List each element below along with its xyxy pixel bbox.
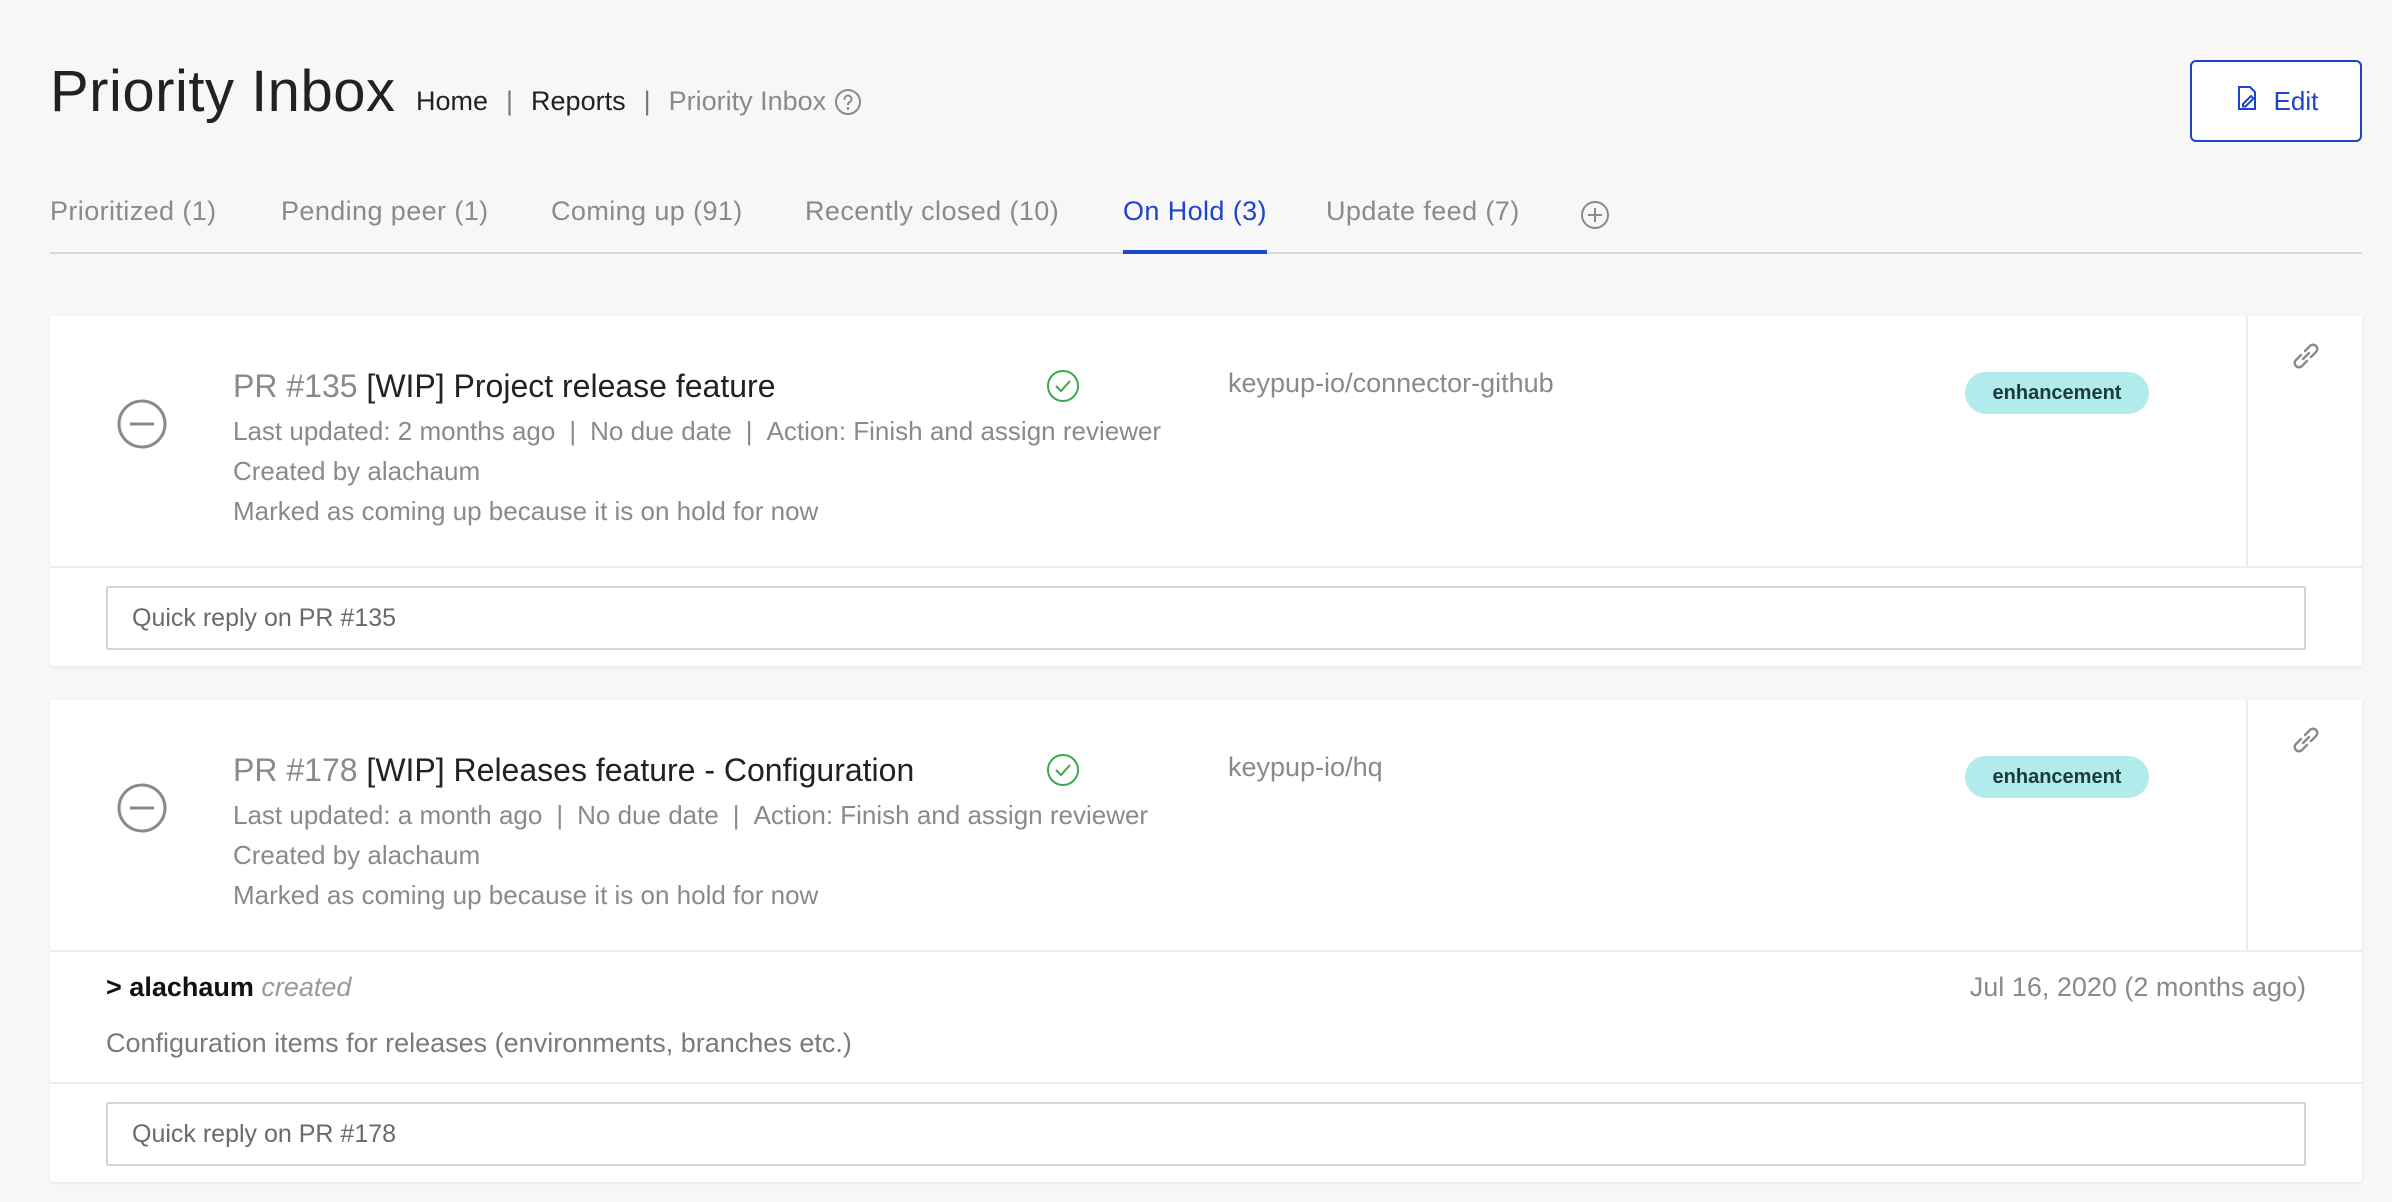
action: Action: Finish and assign reviewer bbox=[766, 416, 1162, 446]
activity-body: Configuration items for releases (enviro… bbox=[106, 1028, 852, 1058]
repo-name[interactable]: keypup-io/hq bbox=[1228, 752, 1383, 783]
tab-update-feed[interactable]: Update feed (7) bbox=[1326, 196, 1520, 250]
pr-card-main[interactable]: PR #178 [WIP] Releases feature - Configu… bbox=[50, 700, 2362, 952]
help-icon[interactable] bbox=[834, 88, 862, 116]
due-date: No due date bbox=[577, 800, 719, 830]
tab-recently-closed[interactable]: Recently closed (10) bbox=[805, 196, 1059, 250]
label-badge: enhancement bbox=[1965, 372, 2149, 414]
pr-card: PR #135 [WIP] Project release feature La… bbox=[50, 316, 2362, 666]
pr-title[interactable]: PR #178 [WIP] Releases feature - Configu… bbox=[233, 752, 914, 789]
link-icon[interactable] bbox=[2288, 338, 2324, 379]
activity-header: > alachaum created bbox=[106, 972, 351, 1003]
created-by: Created by alachaum bbox=[233, 456, 481, 486]
activity-date: Jul 16, 2020 (2 months ago) bbox=[1969, 972, 2306, 1002]
activity-entry: > alachaum created Jul 16, 2020 (2 month… bbox=[50, 952, 2362, 1084]
link-icon[interactable] bbox=[2288, 722, 2324, 763]
pr-title-text: [WIP] Project release feature bbox=[366, 368, 776, 404]
add-tab-icon[interactable] bbox=[1580, 200, 1610, 235]
edit-button-label: Edit bbox=[2273, 85, 2319, 116]
breadcrumb-separator: | bbox=[506, 86, 514, 116]
breadcrumb-home[interactable]: Home bbox=[416, 86, 488, 117]
pr-meta: Last updated: a month ago | No due date | Ac… bbox=[233, 800, 1149, 830]
last-updated: Last updated: 2 months ago bbox=[233, 416, 556, 446]
edit-icon bbox=[2234, 84, 2260, 119]
quick-reply-input[interactable] bbox=[106, 586, 2306, 650]
page-header: Priority Inbox Home | Reports | Priority… bbox=[50, 58, 2362, 148]
pr-title-text: [WIP] Releases feature - Configuration bbox=[366, 752, 915, 788]
on-hold-status-icon[interactable] bbox=[116, 398, 168, 455]
link-column bbox=[2246, 700, 2362, 950]
breadcrumb-current: Priority Inbox bbox=[668, 86, 827, 116]
quick-reply-row bbox=[50, 1084, 2362, 1182]
breadcrumb-separator: | bbox=[643, 86, 651, 116]
priority-reason: Marked as coming up because it is on hol… bbox=[233, 880, 819, 910]
breadcrumb-reports[interactable]: Reports bbox=[531, 86, 626, 117]
activity-user[interactable]: alachaum bbox=[129, 972, 254, 1002]
created-by: Created by alachaum bbox=[233, 840, 481, 870]
pr-number: PR #178 bbox=[233, 752, 358, 788]
pr-card: PR #178 [WIP] Releases feature - Configu… bbox=[50, 700, 2362, 1182]
edit-button[interactable]: Edit bbox=[2190, 60, 2362, 142]
label-badge: enhancement bbox=[1965, 756, 2149, 798]
check-circle-icon bbox=[1045, 368, 1081, 409]
on-hold-status-icon[interactable] bbox=[116, 782, 168, 839]
tab-prioritized[interactable]: Prioritized (1) bbox=[50, 196, 217, 250]
repo-name[interactable]: keypup-io/connector-github bbox=[1228, 368, 1554, 399]
tab-bar: Prioritized (1) Pending peer (1) Coming … bbox=[50, 190, 2362, 254]
action: Action: Finish and assign reviewer bbox=[753, 800, 1149, 830]
page-title: Priority Inbox bbox=[50, 59, 396, 124]
pr-meta: Last updated: 2 months ago | No due date | A… bbox=[233, 416, 1162, 446]
check-circle-icon bbox=[1045, 752, 1081, 793]
tab-on-hold[interactable]: On Hold (3) bbox=[1123, 196, 1267, 254]
tab-coming-up[interactable]: Coming up (91) bbox=[551, 196, 743, 250]
pr-number: PR #135 bbox=[233, 368, 358, 404]
quick-reply-row bbox=[50, 568, 2362, 666]
tab-pending-peer[interactable]: Pending peer (1) bbox=[281, 196, 489, 250]
activity-verb: created bbox=[261, 972, 352, 1002]
breadcrumb: Home | Reports | Priority Inbox bbox=[416, 86, 862, 117]
last-updated: Last updated: a month ago bbox=[233, 800, 543, 830]
due-date: No due date bbox=[590, 416, 732, 446]
pr-title[interactable]: PR #135 [WIP] Project release feature bbox=[233, 368, 775, 405]
activity-prefix: > bbox=[106, 972, 122, 1002]
link-column bbox=[2246, 316, 2362, 566]
quick-reply-input[interactable] bbox=[106, 1102, 2306, 1166]
pr-card-main[interactable]: PR #135 [WIP] Project release feature La… bbox=[50, 316, 2362, 568]
priority-reason: Marked as coming up because it is on hol… bbox=[233, 496, 819, 526]
